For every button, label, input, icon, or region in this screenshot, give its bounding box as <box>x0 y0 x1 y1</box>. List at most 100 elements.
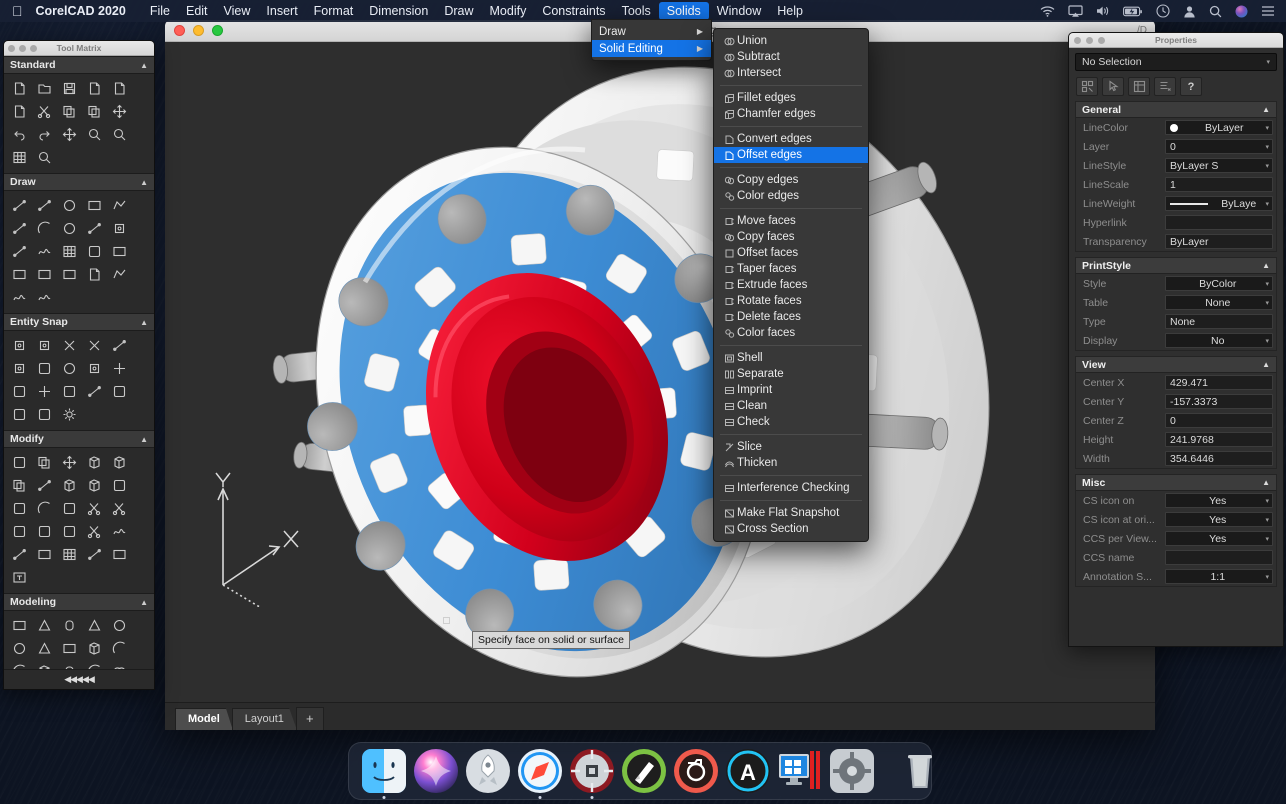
submenu-item-color-faces[interactable]: Color faces <box>714 325 868 341</box>
open-folder-icon[interactable] <box>32 77 57 100</box>
chevron-down-icon[interactable]: ▾ <box>1265 573 1269 581</box>
menu-draw[interactable]: Draw <box>436 2 481 20</box>
tool-section-modeling[interactable]: Modeling ▲ <box>4 593 154 611</box>
hatch-pattern-icon[interactable] <box>57 240 82 263</box>
menu-edit[interactable]: Edit <box>178 2 216 20</box>
pan-move-icon[interactable] <box>57 123 82 146</box>
property-value-field[interactable] <box>1165 550 1273 565</box>
menu-modify[interactable]: Modify <box>482 2 535 20</box>
submenu-item-taper-faces[interactable]: Taper faces <box>714 261 868 277</box>
chevron-down-icon[interactable]: ▾ <box>1265 124 1269 132</box>
ray-icon[interactable] <box>7 240 32 263</box>
corelcad-icon[interactable] <box>569 748 615 799</box>
property-value-field[interactable]: 354.6446 <box>1165 451 1273 466</box>
solids-menu-item-solid-editing[interactable]: Solid Editing ▶ <box>592 40 711 57</box>
property-value-field[interactable]: ByColor ▾ <box>1165 276 1273 291</box>
snap-tangent-icon[interactable] <box>7 380 32 403</box>
snap-settings-gear-icon[interactable] <box>57 403 82 426</box>
edit-hatch-icon[interactable] <box>57 543 82 566</box>
siri-icon[interactable] <box>413 748 459 794</box>
submenu-item-rotate-faces[interactable]: Rotate faces <box>714 293 868 309</box>
solid-fill-icon[interactable] <box>32 543 57 566</box>
copy-entity-icon[interactable] <box>32 451 57 474</box>
submenu-item-cross-section[interactable]: Cross Section <box>714 521 868 537</box>
parallels-icon[interactable] <box>777 748 823 794</box>
copy-icon[interactable] <box>57 100 82 123</box>
scale-icon[interactable] <box>107 451 132 474</box>
submenu-item-fillet-edges[interactable]: Fillet edges <box>714 90 868 106</box>
offset-icon[interactable] <box>57 474 82 497</box>
property-value-field[interactable]: No ▾ <box>1165 333 1273 348</box>
airplay-icon[interactable] <box>1068 5 1083 17</box>
print-preview-icon[interactable] <box>107 77 132 100</box>
slab-3d-icon[interactable] <box>57 637 82 660</box>
property-value-field[interactable]: -157.3373 <box>1165 394 1273 409</box>
tab-model[interactable]: Model <box>175 708 233 730</box>
property-group-header[interactable]: General ▲ <box>1076 102 1276 118</box>
snap-none-icon[interactable] <box>107 380 132 403</box>
print-find-icon[interactable] <box>7 100 32 123</box>
property-value-field[interactable]: ByLaye ▾ <box>1165 196 1273 211</box>
submenu-item-intersect[interactable]: Intersect <box>714 65 868 81</box>
submenu-item-thicken[interactable]: Thicken <box>714 455 868 471</box>
menu-dimension[interactable]: Dimension <box>361 2 436 20</box>
submenu-item-imprint[interactable]: Imprint <box>714 382 868 398</box>
collapse-caret-icon[interactable]: ▲ <box>140 61 148 70</box>
finder-icon[interactable] <box>361 748 407 799</box>
spotlight-search-icon[interactable] <box>1209 5 1222 18</box>
snap-intersection-icon[interactable] <box>57 334 82 357</box>
sketch-icon[interactable] <box>32 240 57 263</box>
break-at-point-icon[interactable] <box>107 497 132 520</box>
minimize-button[interactable] <box>193 25 204 36</box>
user-account-icon[interactable] <box>1183 5 1196 18</box>
tool-section-modify[interactable]: Modify ▲ <box>4 430 154 448</box>
trash-icon[interactable] <box>897 748 943 794</box>
tool-matrix-titlebar[interactable]: Tool Matrix <box>4 41 154 56</box>
chevron-down-icon[interactable]: ▾ <box>1265 143 1269 151</box>
property-value-field[interactable]: 429.471 <box>1165 375 1273 390</box>
paste-icon[interactable] <box>82 100 107 123</box>
wifi-icon[interactable] <box>1040 5 1055 17</box>
property-value-field[interactable] <box>1165 215 1273 230</box>
solids-menu-item-draw[interactable]: Draw ▶ <box>592 23 711 40</box>
region-icon[interactable] <box>7 263 32 286</box>
boundary-icon[interactable] <box>107 263 132 286</box>
block-icon[interactable] <box>107 240 132 263</box>
field-icon[interactable] <box>82 263 107 286</box>
submenu-item-clean[interactable]: Clean <box>714 398 868 414</box>
chevron-down-icon[interactable]: ▾ <box>1265 299 1269 307</box>
move-entity-icon[interactable] <box>57 451 82 474</box>
join-icon[interactable] <box>7 520 32 543</box>
revolve-icon[interactable] <box>107 637 132 660</box>
sphere-3d-icon[interactable] <box>107 614 132 637</box>
control-center-icon[interactable] <box>1261 5 1275 17</box>
list-properties-icon[interactable] <box>1128 77 1150 96</box>
snap-tracking-icon[interactable] <box>32 403 57 426</box>
submenu-item-offset-edges[interactable]: Offset edges <box>714 147 868 163</box>
snap-center-icon[interactable] <box>57 357 82 380</box>
menu-insert[interactable]: Insert <box>258 2 305 20</box>
submenu-item-chamfer-edges[interactable]: Chamfer edges <box>714 106 868 122</box>
launchpad-icon[interactable] <box>465 748 511 794</box>
menu-window[interactable]: Window <box>709 2 769 20</box>
print-icon[interactable] <box>82 77 107 100</box>
zoom-previous-icon[interactable] <box>107 123 132 146</box>
property-value-field[interactable]: ByLayer S ▾ <box>1165 158 1273 173</box>
menu-solids[interactable]: Solids <box>658 2 709 20</box>
font-manager-icon[interactable]: A <box>725 748 771 794</box>
submenu-item-copy-edges[interactable]: Copy edges <box>714 172 868 188</box>
tool-section-entity-snap[interactable]: Entity Snap ▲ <box>4 313 154 331</box>
submenu-item-subtract[interactable]: Subtract <box>714 49 868 65</box>
polyline-icon[interactable] <box>7 217 32 240</box>
property-group-header[interactable]: Misc ▲ <box>1076 475 1276 491</box>
close-button[interactable] <box>174 25 185 36</box>
edit-polyline-icon[interactable] <box>7 543 32 566</box>
tool-section-standard[interactable]: Standard ▲ <box>4 56 154 74</box>
add-layout-button[interactable]: + <box>295 707 324 730</box>
submenu-item-color-edges[interactable]: Color edges <box>714 188 868 204</box>
submenu-item-move-faces[interactable]: Move faces <box>714 213 868 229</box>
chevron-down-icon[interactable]: ▾ <box>1265 200 1269 208</box>
snap-midpoint-icon[interactable] <box>32 334 57 357</box>
menu-file[interactable]: File <box>142 2 178 20</box>
tool-section-draw[interactable]: Draw ▲ <box>4 173 154 191</box>
